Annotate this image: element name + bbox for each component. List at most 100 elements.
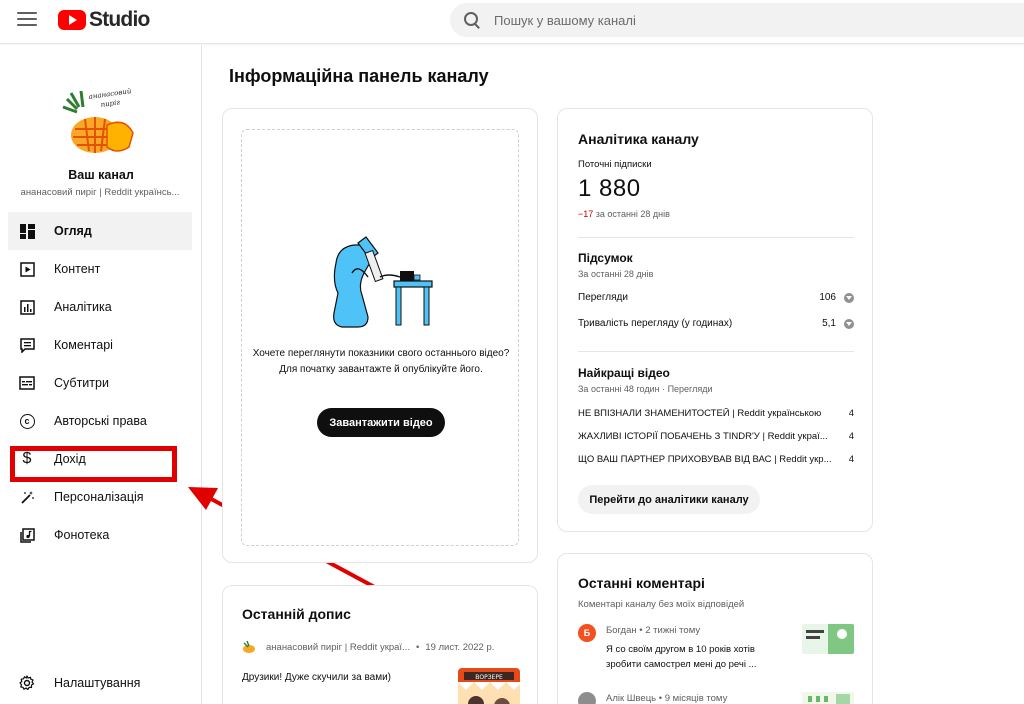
sidebar-item-analytics[interactable]: Аналітика: [8, 288, 192, 326]
top-video-row[interactable]: ЖАХЛИВІ ІСТОРІЇ ПОБАЧЕНЬ З TINDR'У | Red…: [578, 431, 854, 442]
subscribers-label: Поточні підписки: [578, 159, 652, 170]
comments-title: Останні коментарі: [578, 575, 705, 591]
comment-text: Я со своїм другом в 10 років хотів зроби…: [606, 644, 757, 670]
post-meta: ананасовий пиріг | Reddit украї... • 19 …: [242, 640, 494, 654]
audio-library-icon: [18, 526, 36, 544]
post-date: 19 лист. 2022 р.: [425, 641, 495, 653]
metric-label: Перегляди: [578, 292, 628, 303]
sidebar-item-label: Дохід: [54, 452, 86, 466]
dollar-icon: $: [22, 450, 32, 467]
magic-wand-icon: [18, 488, 36, 506]
channel-analytics-card: Аналітика каналу Поточні підписки 1 880 …: [557, 108, 873, 532]
sidebar-item-earn[interactable]: $ Дохід: [8, 440, 192, 478]
search-bar: [450, 3, 1024, 37]
sidebar-item-label: Налаштування: [54, 676, 141, 690]
sidebar-item-label: Субтитри: [54, 376, 109, 390]
channel-label: Ваш канал: [68, 168, 134, 182]
sidebar-item-settings[interactable]: Налаштування: [8, 664, 192, 702]
post-thumbnail-label: ВОРЗЕРЕ: [475, 674, 503, 681]
comment-author: Богдан • 2 тижні тому: [606, 625, 701, 636]
channel-name: ананасовий пиріг | Reddit українсь...: [20, 187, 180, 198]
sidebar-item-label: Аналітика: [54, 300, 112, 314]
comments-caption: Коментарі каналу без моїх відповідей: [578, 599, 745, 610]
top-video-title: ЩО ВАШ ПАРТНЕР ПРИХОВУВАВ ВІД ВАС | Redd…: [578, 454, 832, 465]
sidebar-item-label: Контент: [54, 262, 101, 276]
sidebar-item-comments[interactable]: Коментарі: [8, 326, 192, 364]
sidebar-item-label: Персоналізація: [54, 490, 144, 504]
divider: [578, 351, 854, 352]
top-video-views: 4: [848, 408, 854, 419]
sidebar-item-label: Коментарі: [54, 338, 113, 352]
search-input[interactable]: [494, 12, 974, 28]
post-separator: •: [415, 641, 420, 653]
sidebar-item-subtitles[interactable]: Субтитри: [8, 364, 192, 402]
subtitles-icon: [18, 374, 36, 392]
metric-row-views: Перегляди 106: [578, 292, 854, 303]
metric-value-wrap: 106: [819, 292, 854, 303]
top-videos-title: Найкращі відео: [578, 366, 670, 380]
channel-avatar[interactable]: ананасовий пиріг: [59, 85, 135, 161]
youtube-studio-logo[interactable]: Studio: [58, 8, 150, 32]
upload-illustration: [333, 236, 433, 328]
post-author[interactable]: ананасовий пиріг | Reddit украї...: [266, 642, 410, 653]
summary-period: За останні 28 днів: [578, 269, 654, 279]
svg-text:пиріг: пиріг: [100, 98, 121, 109]
youtube-play-icon: [58, 10, 86, 30]
subscribers-change: −17 за останні 28 днів: [578, 209, 670, 219]
comment-video-thumbnail[interactable]: [802, 692, 854, 704]
upload-dropzone: Хочете переглянути показники свого остан…: [241, 129, 519, 546]
subscribers-change-value: −17: [578, 209, 594, 219]
copyright-icon: c: [18, 412, 36, 430]
subscribers-count: 1 880: [578, 175, 641, 202]
metric-row-watch-time: Тривалість перегляду (у годинах) 5,1: [578, 318, 854, 329]
down-arrow-icon: [844, 318, 854, 329]
top-video-views: 4: [848, 431, 854, 442]
hamburger-menu-icon[interactable]: [17, 12, 37, 28]
comment-author: Алік Швець • 9 місяців тому: [606, 693, 728, 704]
comments-icon: [18, 336, 36, 354]
sidebar-item-label: Огляд: [54, 224, 92, 238]
upload-prompt-line1: Хочете переглянути показники свого остан…: [252, 348, 510, 359]
sidebar-settings: Налаштування: [8, 664, 192, 702]
upload-video-card: Хочете переглянути показники свого остан…: [222, 108, 538, 563]
post-author-avatar: [243, 640, 255, 653]
sidebar-item-label: Фонотека: [54, 528, 110, 542]
divider: [578, 237, 854, 238]
content-icon: [18, 260, 36, 278]
metric-value: 5,1: [822, 318, 836, 329]
top-videos-period: За останні 48 годин · Перегляди: [578, 384, 713, 394]
search-icon[interactable]: [464, 12, 480, 28]
upload-video-button[interactable]: Завантажити відео: [317, 408, 445, 437]
dashboard-icon: [18, 222, 36, 240]
page-title: Інформаційна панель каналу: [229, 66, 489, 86]
top-video-row[interactable]: НЕ ВПІЗНАЛИ ЗНАМЕНИТОСТЕЙ | Reddit украї…: [578, 408, 854, 419]
sidebar-item-label: Авторські права: [54, 414, 147, 428]
gear-icon: [18, 674, 36, 692]
metric-value-wrap: 5,1: [822, 318, 854, 329]
sidebar-item-customization[interactable]: Персоналізація: [8, 478, 192, 516]
upload-prompt-line2: Для початку завантажте й опублікуйте йог…: [279, 364, 483, 375]
top-bar: Studio: [0, 0, 1024, 44]
go-to-analytics-button[interactable]: Перейти до аналітики каналу: [578, 485, 760, 514]
comment-video-thumbnail[interactable]: [802, 624, 854, 654]
metric-value: 106: [819, 292, 836, 303]
metric-label: Тривалість перегляду (у годинах): [578, 318, 733, 329]
sidebar-item-audio-library[interactable]: Фонотека: [8, 516, 192, 554]
subscribers-change-period: за останні 28 днів: [593, 209, 670, 219]
sidebar-item-content[interactable]: Контент: [8, 250, 192, 288]
sidebar-item-copyright[interactable]: c Авторські права: [8, 402, 192, 440]
top-video-views: 4: [848, 454, 854, 465]
down-arrow-icon: [844, 292, 854, 303]
logo-text: Studio: [89, 8, 150, 31]
sidebar-item-overview[interactable]: Огляд: [8, 212, 192, 250]
comment-avatar: Б: [578, 624, 596, 642]
post-thumbnail[interactable]: ВОРЗЕРЕ: [458, 668, 520, 704]
recent-comments-card: Останні коментарі Коментарі каналу без м…: [557, 553, 873, 704]
latest-post-title: Останній допис: [242, 606, 351, 622]
post-text: Друзики! Дуже скучили за вами): [242, 672, 392, 683]
upload-prompt: Хочете переглянути показники свого остан…: [252, 346, 510, 378]
top-video-row[interactable]: ЩО ВАШ ПАРТНЕР ПРИХОВУВАВ ВІД ВАС | Redd…: [578, 454, 854, 465]
analytics-icon: [18, 298, 36, 316]
sidebar: ананасовий пиріг Ваш канал ананасовий пи…: [0, 45, 202, 704]
top-video-title: ЖАХЛИВІ ІСТОРІЇ ПОБАЧЕНЬ З TINDR'У | Red…: [578, 431, 828, 442]
